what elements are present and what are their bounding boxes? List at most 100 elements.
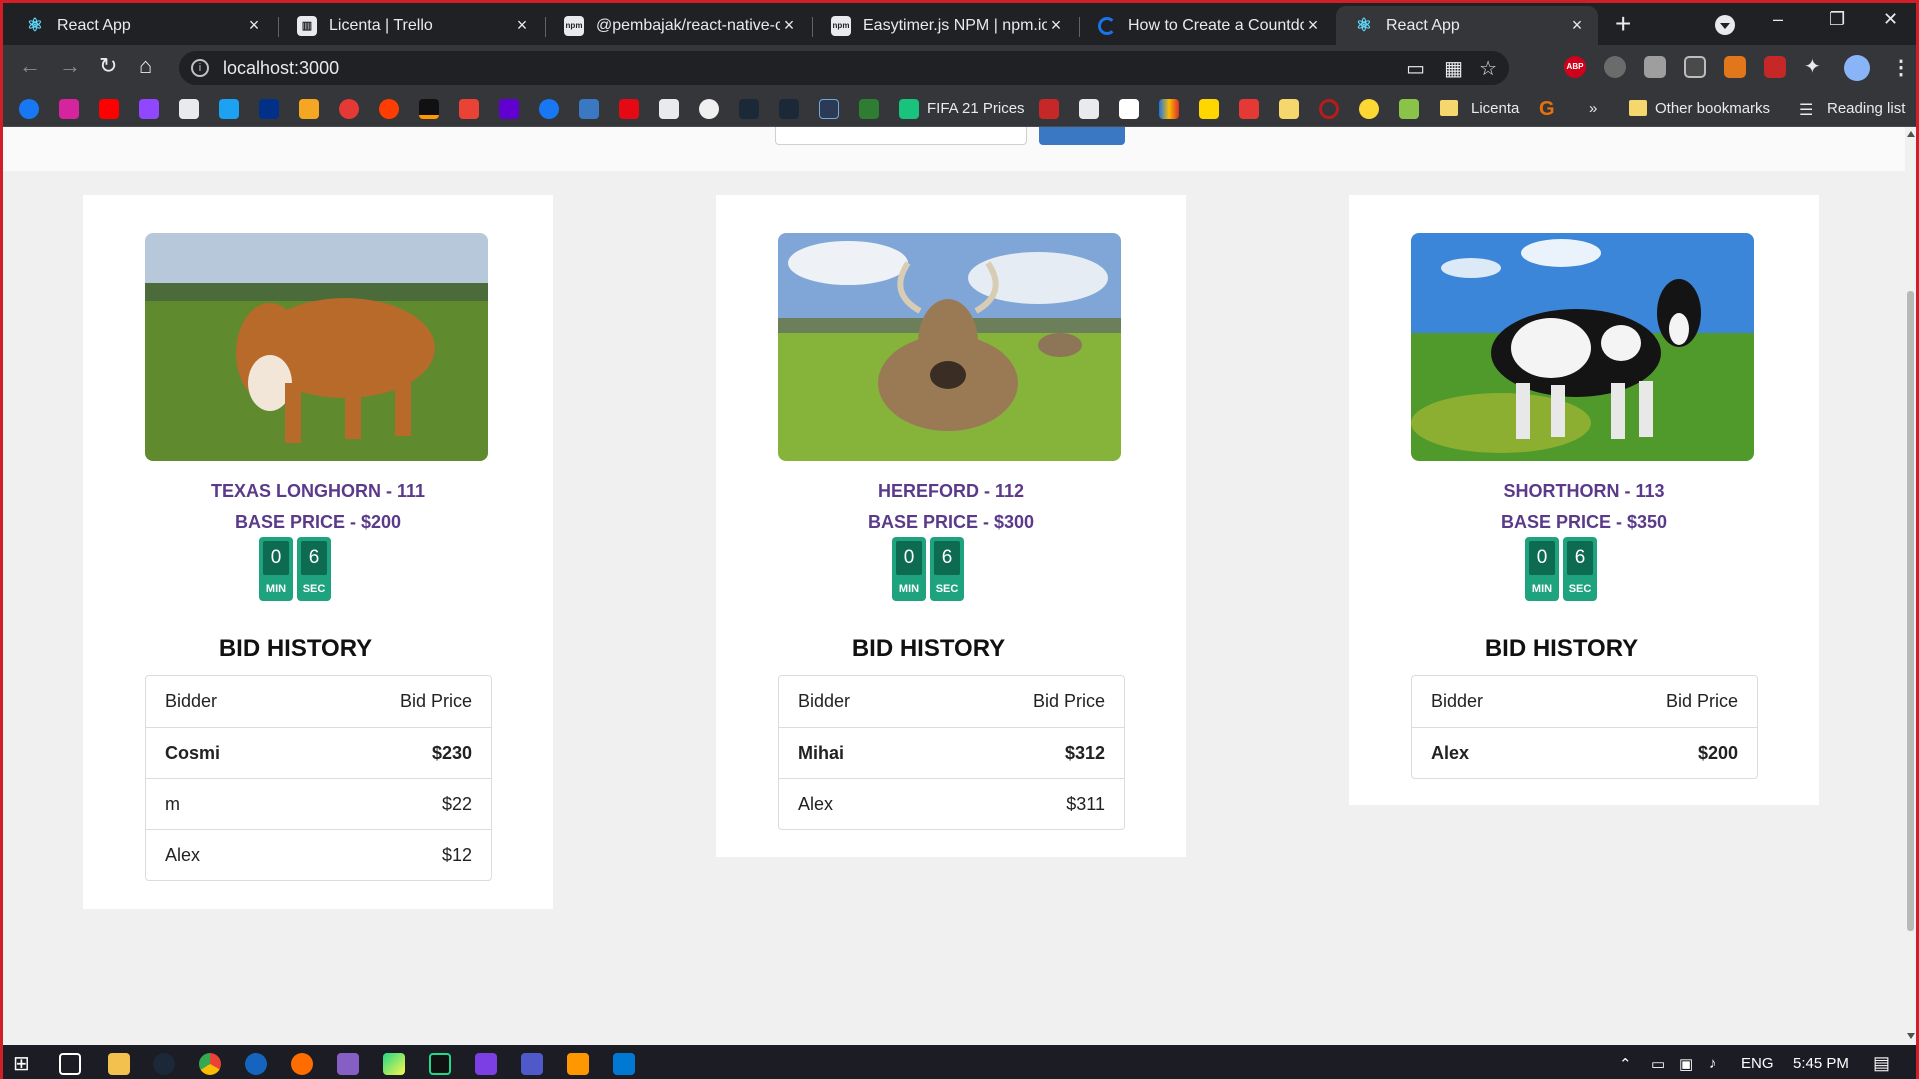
steam-icon[interactable] <box>153 1053 175 1075</box>
battery-icon[interactable]: ▭ <box>1651 1055 1665 1073</box>
instagram-icon[interactable] <box>59 99 79 119</box>
reload-button[interactable]: ↻ <box>99 55 117 77</box>
puzzle-icon[interactable]: ✦ <box>1804 56 1826 78</box>
steam-icon[interactable] <box>779 99 799 119</box>
youtube-icon[interactable] <box>99 99 119 119</box>
search-input[interactable] <box>775 127 1027 145</box>
tab-easytimer[interactable]: npm Easytimer.js NPM | npm.io × <box>813 6 1077 45</box>
metamask-icon[interactable] <box>1724 56 1746 78</box>
amazon-icon[interactable] <box>419 99 439 119</box>
windows-start-icon[interactable]: ⊞ <box>13 1053 35 1075</box>
bookmark-icon[interactable] <box>1039 99 1059 119</box>
notifications-icon[interactable]: ▤ <box>1873 1053 1890 1074</box>
close-tab-icon[interactable]: × <box>245 15 263 36</box>
bookmark-icon[interactable] <box>579 99 599 119</box>
bookmark-icon[interactable] <box>1199 99 1219 119</box>
bookmark-icon[interactable] <box>1159 99 1179 119</box>
bookmark-icon[interactable] <box>1399 99 1419 119</box>
close-tab-icon[interactable]: × <box>513 15 531 36</box>
scroll-up-icon[interactable] <box>1907 131 1915 137</box>
facebook-icon[interactable] <box>19 99 39 119</box>
extension-icon[interactable] <box>1604 56 1626 78</box>
tab-react-app-active[interactable]: ⚛ React App × <box>1336 6 1598 45</box>
close-tab-icon[interactable]: × <box>780 15 798 36</box>
twitter-icon[interactable] <box>219 99 239 119</box>
bookmark-fifa[interactable]: FIFA 21 Prices <box>927 100 1025 117</box>
bookmark-icon[interactable] <box>1279 99 1299 119</box>
vscode-icon[interactable] <box>613 1053 635 1075</box>
scroll-thumb[interactable] <box>1907 291 1914 931</box>
menu-icon[interactable]: ⋮ <box>1891 55 1911 80</box>
tab-react-app-1[interactable]: ⚛ React App × <box>7 6 275 45</box>
pycharm-icon[interactable] <box>429 1053 451 1075</box>
chrome-icon[interactable] <box>199 1053 221 1075</box>
site-info-icon[interactable]: i <box>191 59 209 77</box>
scrollbar[interactable] <box>1905 127 1916 1045</box>
file-explorer-icon[interactable] <box>108 1053 130 1075</box>
bookmark-icon[interactable] <box>1239 99 1259 119</box>
reading-list[interactable]: Reading list <box>1827 100 1905 117</box>
bookmark-star-icon[interactable]: ☆ <box>1479 56 1497 81</box>
jetbrains-icon[interactable] <box>383 1053 405 1075</box>
cast-icon[interactable]: ▭ <box>1406 56 1425 81</box>
adblock-icon[interactable]: ABP <box>1564 56 1586 78</box>
chevron-up-icon[interactable]: ⌃ <box>1619 1055 1632 1073</box>
close-tab-icon[interactable]: × <box>1568 15 1586 36</box>
language-indicator[interactable]: ENG <box>1741 1055 1774 1072</box>
search-button[interactable] <box>1039 127 1125 145</box>
scroll-down-icon[interactable] <box>1907 1033 1915 1039</box>
netflix-icon[interactable] <box>619 99 639 119</box>
sublime-icon[interactable] <box>567 1053 589 1075</box>
tab-countdown[interactable]: How to Create a Countdow × <box>1080 6 1334 45</box>
twitch-icon[interactable] <box>139 99 159 119</box>
bookmark-icon[interactable] <box>299 99 319 119</box>
teams-icon[interactable] <box>521 1053 543 1075</box>
bookmark-icon[interactable] <box>339 99 359 119</box>
forward-button[interactable]: → <box>59 55 81 77</box>
tab-npm-react-native[interactable]: npm @pembajak/react-native-cc × <box>546 6 810 45</box>
close-window-button[interactable]: ✕ <box>1883 9 1898 30</box>
origin-icon[interactable] <box>291 1053 313 1075</box>
new-tab-button[interactable]: + <box>1615 10 1631 38</box>
extension-icon[interactable] <box>1684 56 1706 78</box>
bookmark-icon[interactable]: G <box>1539 99 1559 119</box>
install-app-icon[interactable]: ▦ <box>1444 56 1463 81</box>
minimize-button[interactable]: – <box>1773 9 1783 30</box>
futbin-icon[interactable] <box>899 99 919 119</box>
bookmark-icon[interactable] <box>819 99 839 119</box>
task-view-icon[interactable] <box>59 1053 81 1075</box>
tool-icon[interactable] <box>179 99 199 119</box>
gmail-icon[interactable] <box>459 99 479 119</box>
restore-button[interactable]: ❐ <box>1829 9 1845 30</box>
bookmark-icon[interactable] <box>1359 99 1379 119</box>
volume-icon[interactable]: ♪ <box>1709 1055 1717 1072</box>
bookmark-icon[interactable] <box>379 99 399 119</box>
more-bookmarks-button[interactable]: » <box>1589 100 1597 117</box>
paypal-icon[interactable] <box>259 99 279 119</box>
amazon-icon[interactable] <box>1119 99 1139 119</box>
yahoo-mail-icon[interactable] <box>499 99 519 119</box>
back-button[interactable]: ← <box>19 55 41 77</box>
extension-icon[interactable] <box>1644 56 1666 78</box>
visual-studio-icon[interactable] <box>337 1053 359 1075</box>
extension-icon[interactable] <box>1764 56 1786 78</box>
address-bar[interactable]: i localhost:3000 ▭ ▦ ☆ <box>179 51 1509 85</box>
bookmark-icon[interactable] <box>859 99 879 119</box>
avatar[interactable] <box>1844 55 1870 81</box>
ea-icon[interactable] <box>699 99 719 119</box>
tab-trello[interactable]: ▥ Licenta | Trello × <box>279 6 543 45</box>
other-bookmarks[interactable]: Other bookmarks <box>1655 100 1770 117</box>
bookmark-licenta[interactable]: Licenta <box>1471 100 1519 117</box>
bookmark-icon[interactable] <box>1079 99 1099 119</box>
clock[interactable]: 5:45 PM <box>1793 1055 1849 1072</box>
close-tab-icon[interactable]: × <box>1047 15 1065 36</box>
rider-icon[interactable] <box>475 1053 497 1075</box>
app-icon[interactable] <box>245 1053 267 1075</box>
opera-icon[interactable] <box>1319 99 1339 119</box>
tab-search-icon[interactable] <box>1715 15 1735 35</box>
home-button[interactable]: ⌂ <box>139 55 152 77</box>
facebook-icon[interactable] <box>539 99 559 119</box>
hbo-icon[interactable] <box>659 99 679 119</box>
close-tab-icon[interactable]: × <box>1304 15 1322 36</box>
network-icon[interactable]: ▣ <box>1679 1055 1693 1073</box>
